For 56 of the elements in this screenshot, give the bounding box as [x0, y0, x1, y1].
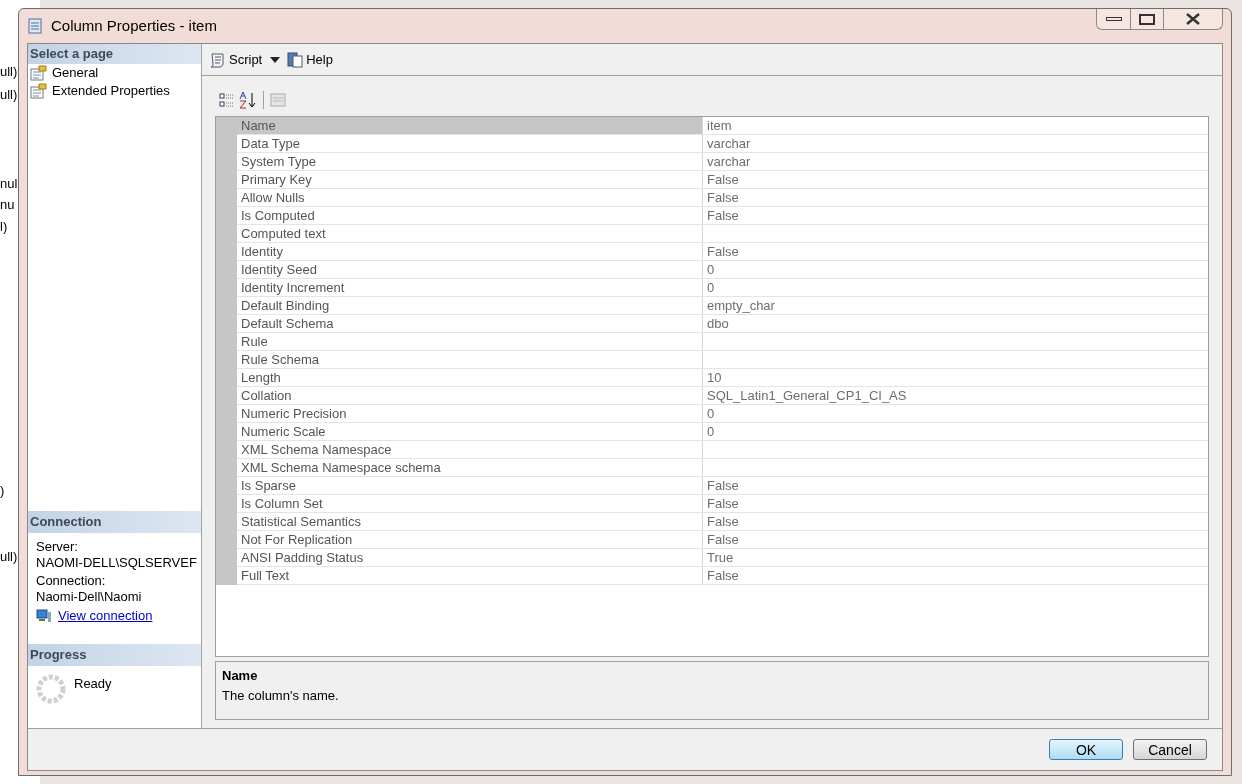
ok-button[interactable]: OK: [1049, 739, 1123, 760]
property-value: dbo: [706, 315, 730, 332]
background-text: nu: [0, 196, 15, 214]
property-value: empty_char: [706, 297, 776, 314]
background-text: nul: [0, 175, 18, 193]
window-icon: [27, 18, 43, 34]
view-connection-link[interactable]: View connection: [58, 608, 153, 624]
property-value: False: [706, 207, 740, 224]
property-value: False: [706, 567, 740, 584]
connection-name: Naomi-Dell\Naomi: [36, 589, 143, 605]
section-header: Select a page: [28, 44, 201, 64]
connection-label: Connection:: [36, 573, 107, 589]
script-button[interactable]: Script: [208, 49, 282, 70]
window-title: Column Properties - item: [51, 15, 217, 36]
close-icon: [1185, 13, 1201, 25]
property-value: False: [706, 171, 740, 188]
property-value: True: [706, 549, 735, 566]
property-value: varchar: [706, 153, 752, 170]
cancel-button[interactable]: Cancel: [1133, 739, 1207, 760]
page-item[interactable]: General: [28, 64, 201, 82]
property-value: False: [706, 477, 740, 494]
background-text: ull): [0, 548, 18, 566]
property-value: False: [706, 513, 740, 530]
property-value: False: [706, 189, 740, 206]
property-value: 10: [706, 369, 723, 386]
property-value: False: [706, 243, 740, 260]
property-value: SQL_Latin1_General_CP1_CI_AS: [706, 387, 908, 404]
background-text: ): [0, 482, 5, 500]
scroll-icon: [208, 51, 226, 68]
property-pages-icon: [270, 92, 286, 108]
description-title: Name: [222, 667, 259, 685]
sort-alphabetical-icon: [239, 91, 257, 109]
computer-icon: [36, 608, 52, 624]
property-value: 0: [706, 279, 716, 296]
background-text: ull): [0, 86, 18, 104]
categorized-icon: [219, 92, 235, 108]
spinner-icon: [36, 674, 66, 704]
property-value: False: [706, 495, 740, 512]
dropdown-caret-icon: [269, 55, 282, 64]
property-name[interactable]: Name: [237, 117, 703, 134]
background-text: ull): [0, 63, 18, 81]
progress-status: Ready: [74, 675, 112, 693]
property-value: 0: [706, 405, 716, 422]
help-book-icon: [287, 51, 304, 68]
server-label: Server:: [36, 539, 79, 555]
section-header: Progress: [28, 644, 201, 666]
property-value: 0: [706, 261, 716, 278]
property-value: varchar: [706, 135, 752, 152]
property-value: False: [706, 531, 740, 548]
description-text: The column's name.: [222, 686, 340, 705]
property-value: 0: [706, 423, 716, 440]
help-button[interactable]: Help: [287, 49, 333, 70]
background-text: l): [0, 218, 8, 236]
property-value: item: [706, 117, 733, 134]
page-item[interactable]: Extended Properties: [28, 82, 201, 100]
section-header: Connection: [28, 511, 201, 533]
